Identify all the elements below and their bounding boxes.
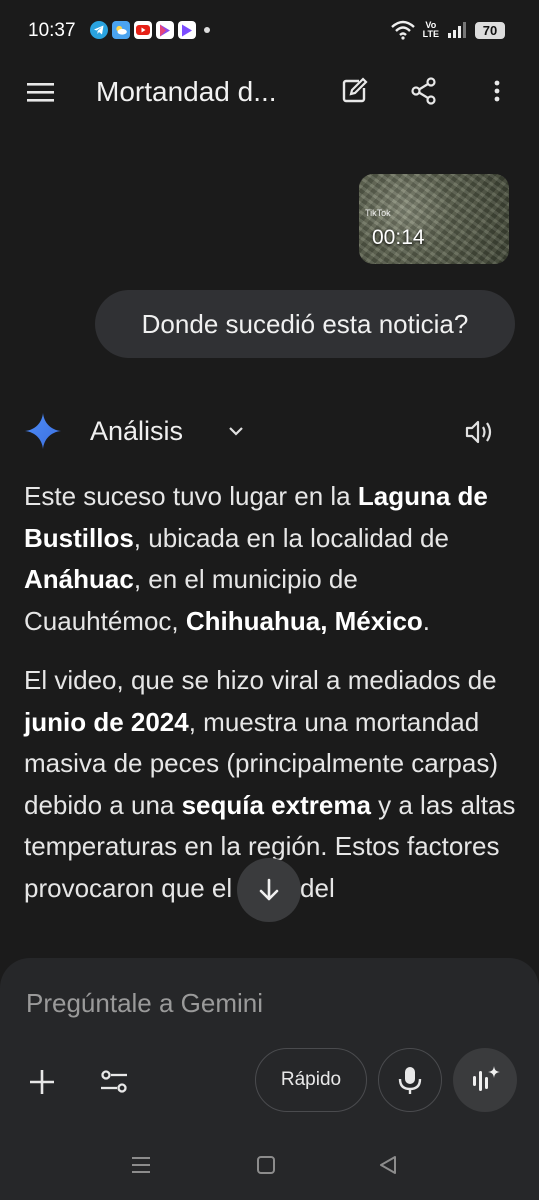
recents-icon[interactable] [130, 1154, 154, 1176]
battery-icon: 70 [475, 21, 505, 39]
text-run: . [422, 605, 431, 636]
status-bar: 10:37 Vo LTE 70 [0, 0, 539, 62]
user-message-bubble: Donde sucedió esta noticia? [95, 290, 515, 358]
play-store-icon [156, 21, 174, 39]
more-vert-icon[interactable] [482, 76, 514, 108]
edit-icon[interactable] [339, 76, 371, 108]
response-model-label[interactable]: Análisis [90, 416, 183, 447]
home-icon[interactable] [255, 1154, 279, 1176]
notification-icons [90, 21, 210, 39]
text-run: El video, que se hizo viral a mediados d… [24, 665, 497, 695]
bold-run: Anáhuac [24, 564, 134, 594]
microphone-button[interactable] [378, 1048, 442, 1112]
app-bar: Mortandad d... [0, 62, 539, 122]
bold-run: sequía extrema [181, 789, 371, 820]
bold-run: Chihuahua, México [185, 605, 423, 636]
add-icon[interactable] [26, 1066, 58, 1098]
signal-icon [448, 22, 466, 38]
menu-icon[interactable] [26, 78, 56, 106]
youtube-icon [134, 21, 152, 39]
tiktok-watermark: TikTok [365, 208, 391, 218]
share-icon[interactable] [409, 76, 441, 108]
scroll-to-bottom-button[interactable] [237, 858, 301, 922]
arrow-down-icon [259, 878, 279, 901]
text-run: , ubicada en la localidad de [133, 522, 449, 553]
video-duration: 00:14 [372, 226, 425, 249]
system-icons: Vo LTE 70 [390, 20, 505, 40]
response-paragraph: Este suceso tuvo lugar en la Laguna de B… [24, 476, 516, 642]
text-run: Este suceso tuvo lugar en la [24, 481, 358, 511]
video-thumbnail-image [359, 174, 509, 264]
model-mode-button[interactable]: Rápido [255, 1048, 367, 1112]
play-store-icon [178, 21, 196, 39]
volte-indicator: Vo LTE [422, 20, 439, 39]
system-navigation-bar [0, 1130, 539, 1200]
conversation-title[interactable]: Mortandad d... [96, 76, 277, 108]
user-message-text: Donde sucedió esta noticia? [141, 308, 469, 339]
bold-run: junio de 2024 [24, 706, 189, 737]
microphone-icon [398, 1067, 422, 1094]
video-attachment[interactable]: TikTok 00:14 [359, 174, 509, 264]
wifi-icon [390, 20, 415, 40]
model-mode-label: Rápido [280, 1069, 342, 1090]
weather-icon [112, 21, 130, 39]
clock: 10:37 [28, 20, 76, 41]
telegram-icon [90, 21, 108, 39]
gemini-spark-icon [25, 413, 61, 449]
prompt-composer: Rápido [0, 958, 539, 1130]
tools-icon[interactable] [98, 1066, 130, 1098]
prompt-input[interactable] [26, 988, 506, 1019]
back-icon[interactable] [377, 1154, 401, 1176]
speaker-icon[interactable] [462, 415, 496, 449]
more-notifications-dot [204, 27, 210, 33]
chevron-down-icon[interactable] [225, 420, 247, 442]
live-waveform-icon [473, 1066, 500, 1091]
live-button[interactable] [453, 1048, 517, 1112]
